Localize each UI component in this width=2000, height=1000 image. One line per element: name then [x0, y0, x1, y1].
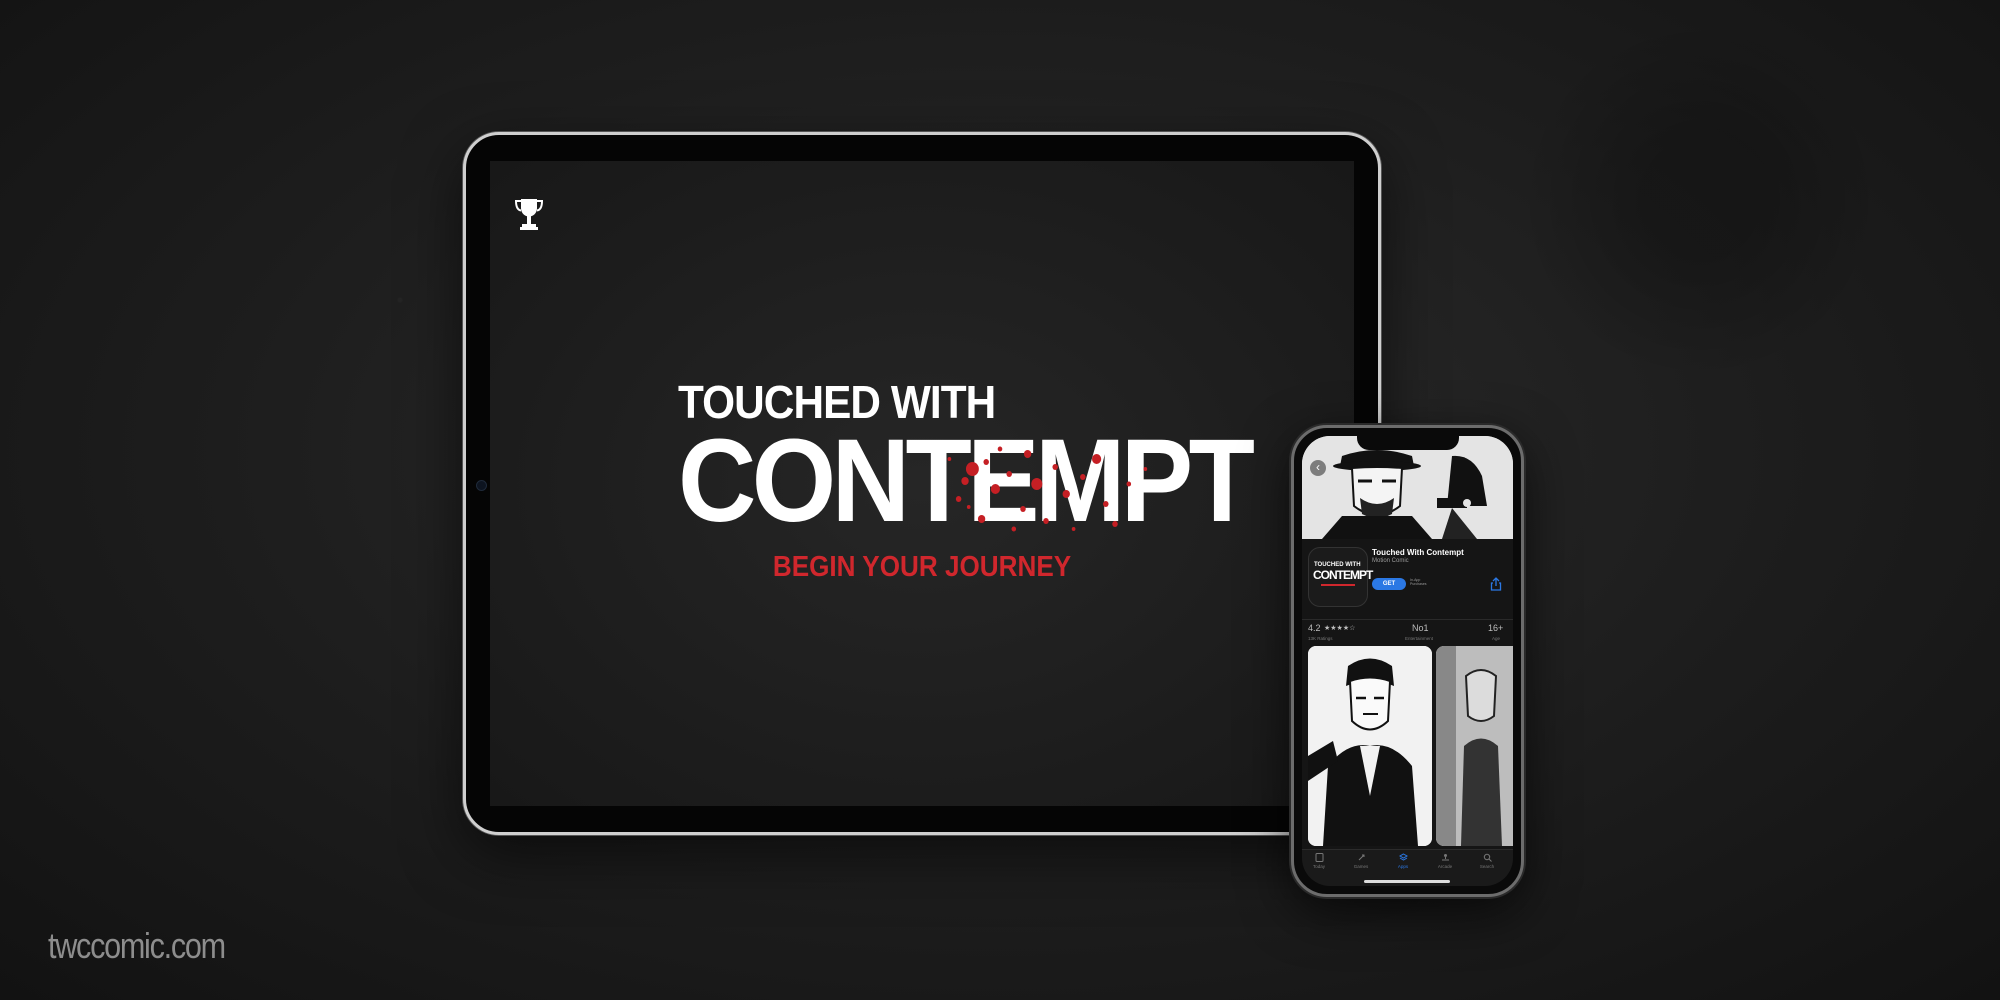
tablet-device: TOUCHED WITH CONTEMPT BEGIN YOUR JOURNEY	[463, 132, 1381, 835]
share-icon[interactable]	[1490, 577, 1502, 591]
blood-splatter	[947, 446, 1148, 532]
phone-notch	[1357, 436, 1459, 450]
begin-journey-button[interactable]: BEGIN YOUR JOURNEY	[533, 551, 1311, 584]
phone-screen: ‹ TOUCHED WITH CONTEMPT Touched With Con…	[1302, 436, 1513, 886]
age-label: Age	[1492, 636, 1501, 641]
app-icon: TOUCHED WITH CONTEMPT	[1308, 547, 1373, 607]
phone-device: ‹ TOUCHED WITH CONTEMPT Touched With Con…	[1291, 425, 1524, 897]
age-value: 16+	[1488, 623, 1504, 633]
tab-arcade[interactable]: Arcade	[1430, 853, 1460, 869]
app-icon-underline	[1321, 584, 1355, 586]
website-url[interactable]: twccomic.com	[48, 925, 226, 967]
trophy-icon[interactable]	[514, 197, 544, 231]
tab-apps[interactable]: Apps	[1388, 853, 1418, 869]
tab-arcade-label: Arcade	[1437, 864, 1453, 869]
tab-apps-label: Apps	[1397, 864, 1409, 869]
tab-search-label: Search	[1479, 864, 1495, 869]
app-stats-row: 4.2 ★★★★☆ 13K Ratings No1 Entertainment …	[1302, 619, 1513, 644]
rating-stars: ★★★★☆	[1324, 625, 1356, 632]
rocket-icon	[1358, 854, 1364, 861]
screenshot-2[interactable]	[1436, 646, 1513, 846]
hero-illustration	[1302, 436, 1513, 539]
screenshot-1-art	[1308, 646, 1432, 846]
app-icon-line2: CONTEMPT	[1313, 568, 1373, 582]
tab-today-label: Today	[1312, 864, 1325, 869]
today-icon	[1315, 853, 1323, 862]
app-subtitle: Motion Comic	[1372, 558, 1409, 564]
tab-games[interactable]: Games	[1346, 853, 1376, 869]
tablet-screen: TOUCHED WITH CONTEMPT BEGIN YOUR JOURNEY	[490, 161, 1354, 806]
apps-layers-icon	[1398, 853, 1408, 861]
tab-search[interactable]: Search	[1472, 853, 1502, 869]
tab-games-label: Games	[1353, 864, 1369, 869]
rank-value: No1	[1412, 623, 1429, 633]
screenshot-1[interactable]	[1308, 646, 1432, 846]
back-button[interactable]: ‹	[1310, 460, 1326, 476]
search-icon	[1483, 853, 1492, 862]
tab-today[interactable]: Today	[1304, 853, 1334, 869]
app-name: Touched With Contempt	[1372, 548, 1464, 557]
tablet-camera	[476, 480, 487, 491]
screenshot-2-art	[1436, 646, 1513, 846]
game-logo: TOUCHED WITH CONTEMPT	[678, 379, 1255, 540]
joystick-icon	[1441, 854, 1449, 861]
rank-label: Entertainment	[1405, 636, 1434, 641]
screenshots-carousel[interactable]	[1302, 643, 1513, 849]
ratings-count: 13K Ratings	[1308, 636, 1333, 641]
rating-value: 4.2	[1308, 623, 1321, 633]
in-app-purchases-note: In-App Purchases	[1410, 578, 1427, 586]
app-hero-art: ‹	[1302, 436, 1513, 539]
logo-line2: CONTEMPT	[678, 422, 1255, 540]
get-button[interactable]: GET	[1372, 578, 1406, 590]
app-header: TOUCHED WITH CONTEMPT Touched With Conte…	[1302, 539, 1513, 619]
home-indicator	[1364, 880, 1450, 883]
